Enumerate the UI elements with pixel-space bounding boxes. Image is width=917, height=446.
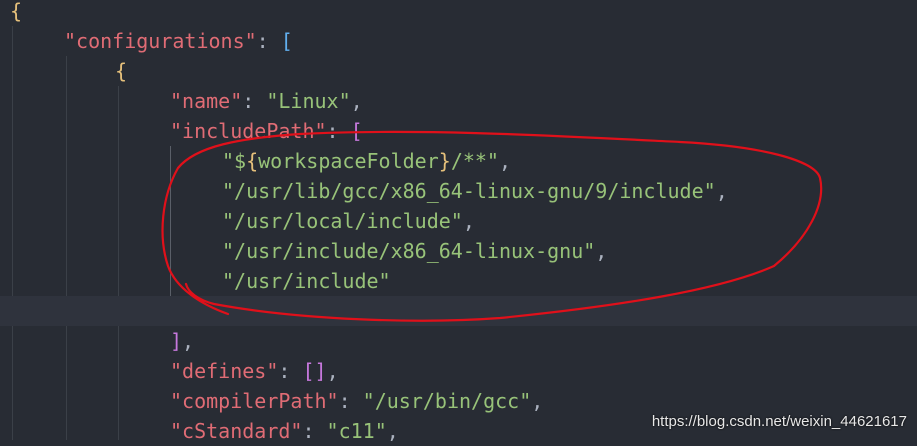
code-token: [] — [302, 359, 327, 383]
code-token: [ — [280, 29, 293, 53]
code-token: , — [531, 389, 544, 413]
code-token: "name" — [170, 89, 243, 113]
code-line[interactable]: "configurations": [ — [0, 26, 917, 56]
code-token: "/usr/include/x86_64-linux-gnu" — [222, 239, 596, 263]
code-token: : — [338, 389, 363, 413]
code-token: : — [326, 119, 351, 143]
code-token: "compilerPath" — [170, 389, 339, 413]
code-token: /**" — [450, 149, 499, 173]
code-token: , — [386, 419, 399, 443]
code-token: { — [10, 0, 23, 23]
code-token: { — [115, 59, 128, 83]
code-token: : — [242, 89, 267, 113]
code-line[interactable]: "defines": [], — [0, 356, 917, 386]
code-token: "$ — [222, 149, 247, 173]
code-token: , — [595, 239, 608, 263]
code-line[interactable] — [0, 296, 917, 326]
code-token: : — [302, 419, 327, 443]
code-token: "/usr/lib/gcc/x86_64-linux-gnu/9/include… — [222, 179, 716, 203]
code-token: , — [326, 359, 339, 383]
code-line[interactable]: ], — [0, 326, 917, 356]
code-token: , — [462, 209, 475, 233]
code-token: "c11" — [326, 419, 387, 443]
code-line[interactable]: "${workspaceFolder}/**", — [0, 146, 917, 176]
code-token: , — [350, 89, 363, 113]
code-token: , — [182, 329, 195, 353]
code-line[interactable]: "name": "Linux", — [0, 86, 917, 116]
code-token: , — [715, 179, 728, 203]
code-token: [ — [350, 119, 363, 143]
code-line[interactable]: "/usr/include" — [0, 266, 917, 296]
watermark-url: https://blog.csdn.net/weixin_44621617 — [651, 413, 907, 430]
code-line[interactable]: "/usr/lib/gcc/x86_64-linux-gnu/9/include… — [0, 176, 917, 206]
code-token: "/usr/include" — [222, 269, 391, 293]
code-token: workspaceFolder — [258, 149, 439, 173]
code-token: : — [256, 29, 281, 53]
code-token: "includePath" — [170, 119, 327, 143]
code-line[interactable]: { — [0, 56, 917, 86]
code-token: "/usr/bin/gcc" — [362, 389, 532, 413]
code-token: "configurations" — [64, 29, 257, 53]
code-line[interactable]: { — [0, 0, 917, 26]
code-line[interactable]: "compilerPath": "/usr/bin/gcc", — [0, 386, 917, 416]
code-editor[interactable]: {"configurations": [{"name": "Linux", "in… — [0, 0, 917, 443]
code-line[interactable]: "/usr/include/x86_64-linux-gnu", — [0, 236, 917, 266]
code-token: "defines" — [170, 359, 279, 383]
code-line[interactable]: "includePath": [ — [0, 116, 917, 146]
code-token: "cStandard" — [170, 419, 303, 443]
code-token: { — [246, 149, 259, 173]
code-token: ] — [170, 329, 183, 353]
code-token: , — [498, 149, 512, 173]
code-token: } — [438, 149, 451, 173]
code-token: "Linux" — [266, 89, 351, 113]
code-token: "/usr/local/include" — [222, 209, 463, 233]
code-token: : — [278, 359, 303, 383]
code-line[interactable]: "/usr/local/include", — [0, 206, 917, 236]
